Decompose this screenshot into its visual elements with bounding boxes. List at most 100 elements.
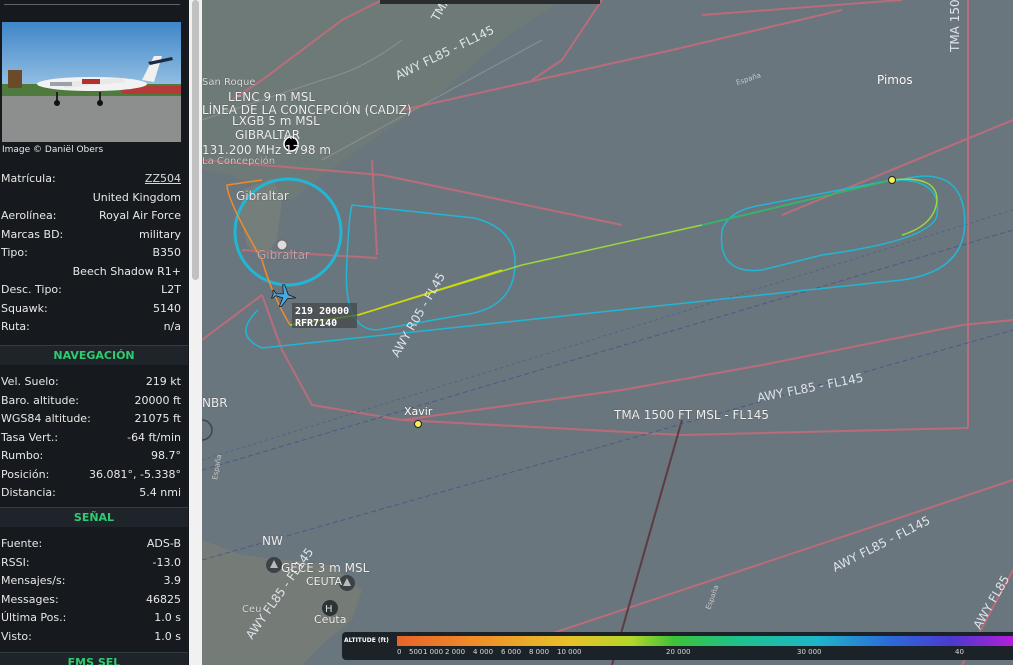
legend-tick: 30 000 xyxy=(797,648,822,656)
legend-tick: 2 000 xyxy=(445,648,466,656)
waypoint-pimos[interactable] xyxy=(888,176,896,184)
altitude-legend: ALTITUDE (ft) 0 500 1 000 2 000 4 000 6 000 8 … xyxy=(342,632,1013,660)
aircraft-label-line1: 219 20000 xyxy=(295,306,349,317)
detail-label: Marcas BD: xyxy=(1,227,64,241)
detail-row: Messages: 46825 xyxy=(0,591,181,609)
label-lenc: LENC 9 m MSL xyxy=(228,90,315,104)
detail-value: military xyxy=(139,227,181,241)
label-lxgb: LXGB 5 m MSL xyxy=(232,114,320,128)
detail-row: Distancia: 5.4 nmi xyxy=(0,484,181,502)
section-header-signal: SEÑAL xyxy=(0,507,188,527)
detail-value: 98.7° xyxy=(151,449,181,462)
label-xavir: Xavir xyxy=(404,405,433,418)
detail-value: 219 kt xyxy=(145,375,181,388)
altitude-color-bar xyxy=(397,636,1013,646)
detail-value: n/a xyxy=(163,320,181,333)
registration-link[interactable]: ZZ504 xyxy=(145,172,181,185)
detail-label: Vel. Suelo: xyxy=(1,375,59,388)
legend-title: ALTITUDE (ft) xyxy=(344,637,389,644)
detail-row: Matrícula: ZZ504 xyxy=(0,170,181,188)
section-header-next: FMS SEL xyxy=(0,652,188,665)
top-divider xyxy=(4,4,180,5)
label-gibraltar-1: Gibraltar xyxy=(236,189,289,203)
detail-row: Tasa Vert.: -64 ft/min xyxy=(0,429,181,447)
detail-label: Rumbo: xyxy=(1,449,44,462)
detail-row: Desc. Tipo: L2T xyxy=(0,281,181,299)
detail-row: Fuente: ADS-B xyxy=(0,535,181,553)
detail-value: 5.4 nmi xyxy=(139,486,181,499)
navaid-icon-nw xyxy=(266,557,282,573)
detail-row: Tipo: B350 xyxy=(0,244,181,262)
detail-label: Matrícula: xyxy=(1,172,56,185)
detail-label: WGS84 altitude: xyxy=(1,412,91,425)
photo-credit: Image © Daniël Obers xyxy=(2,145,104,155)
label-nbr: NBR xyxy=(202,396,228,410)
detail-row: Marcas BD: military xyxy=(0,226,181,244)
detail-label: Tipo: xyxy=(1,246,28,259)
detail-label: Posición: xyxy=(1,467,50,481)
detail-row: United Kingdom xyxy=(0,189,181,207)
legend-tick: 6 000 xyxy=(501,648,522,656)
detail-value: B350 xyxy=(152,246,181,259)
aircraft-photo[interactable] xyxy=(2,22,181,142)
section-header-navigation: NAVEGACIÓN xyxy=(0,345,188,365)
detail-label: Fuente: xyxy=(1,537,43,550)
label-ceuta-caps: CEUTA xyxy=(306,575,343,588)
detail-label: Messages: xyxy=(1,592,59,606)
waypoint-xavir[interactable] xyxy=(414,420,422,428)
detail-row: Vel. Suelo: 219 kt xyxy=(0,373,181,391)
legend-tick: 10 000 xyxy=(557,648,582,656)
detail-label: Visto: xyxy=(1,629,32,643)
detail-row: Ruta: n/a xyxy=(0,318,181,336)
detail-row: Mensajes/s: 3.9 xyxy=(0,572,181,590)
detail-value: 36.081°, -5.338° xyxy=(89,467,181,481)
detail-value: 1.0 s xyxy=(154,611,181,624)
detail-value: L2T xyxy=(161,283,181,296)
label-frequency: 131.200 MHz 1798 m xyxy=(202,143,331,157)
aircraft-label[interactable]: 219 20000 RFR7140 xyxy=(292,303,357,329)
legend-tick: 500 xyxy=(409,648,423,656)
label-gibraltar-2: Gibraltar xyxy=(257,248,310,262)
detail-row: Rumbo: 98.7° xyxy=(0,447,181,465)
label-pimos: Pimos xyxy=(877,73,913,87)
scrollbar-thumb[interactable] xyxy=(192,0,199,280)
label-san-roque: San Roque xyxy=(202,77,255,88)
detail-label: Squawk: xyxy=(1,301,48,315)
detail-label: Ruta: xyxy=(1,320,30,333)
detail-value: Royal Air Force xyxy=(98,209,181,222)
detail-label: Baro. altitude: xyxy=(1,393,80,407)
label-concepcion-small: La Concepción xyxy=(202,155,275,167)
detail-value: 1.0 s xyxy=(154,629,181,643)
detail-row: Baro. altitude: 20000 ft xyxy=(0,392,181,410)
detail-row: Aerolínea: Royal Air Force xyxy=(0,207,181,225)
aircraft-label-line2: RFR7140 xyxy=(295,318,337,329)
detail-value: United Kingdom xyxy=(92,190,181,204)
label-ceuta: Ceuta xyxy=(314,613,346,626)
detail-row: Última Pos.: 1.0 s xyxy=(0,609,181,627)
detail-row: WGS84 altitude: 21075 ft xyxy=(0,410,181,428)
legend-tick: 40 xyxy=(955,648,964,656)
detail-row: RSSI: -13.0 xyxy=(0,554,181,572)
detail-value: 20000 ft xyxy=(134,393,181,407)
detail-row: Visto: 1.0 s xyxy=(0,628,181,646)
detail-value: -13.0 xyxy=(152,555,181,569)
aircraft-detail-panel: Image © Daniël Obers Matrícula: ZZ504 Unit… xyxy=(0,0,189,665)
legend-tick: 4 000 xyxy=(473,648,494,656)
detail-value: ADS-B xyxy=(146,537,181,550)
legend-tick: 0 xyxy=(397,648,402,656)
detail-row: Beech Shadow R1+ xyxy=(0,263,181,281)
sidebar-scrollbar[interactable] xyxy=(189,0,202,665)
detail-label: Distancia: xyxy=(1,486,56,499)
detail-value: 21075 ft xyxy=(134,412,181,425)
legend-tick: 1 000 xyxy=(423,648,444,656)
detail-label: Tasa Vert.: xyxy=(1,430,59,444)
detail-label: Mensajes/s: xyxy=(1,574,66,587)
detail-value: 3.9 xyxy=(163,574,182,587)
map-view[interactable]: H LENC 9 m MSL LÍNEA DE LA CONCEPCIÓN (C… xyxy=(202,0,1013,665)
detail-value: 46825 xyxy=(146,592,181,606)
legend-tick: 8 000 xyxy=(529,648,550,656)
legend-tick: 20 000 xyxy=(666,648,691,656)
label-tma-mid: TMA 1500 FT MSL - FL145 xyxy=(613,408,769,422)
label-tma-right: TMA 1500 xyxy=(948,0,962,53)
label-gibraltar-caps: GIBRALTAR xyxy=(235,128,300,142)
